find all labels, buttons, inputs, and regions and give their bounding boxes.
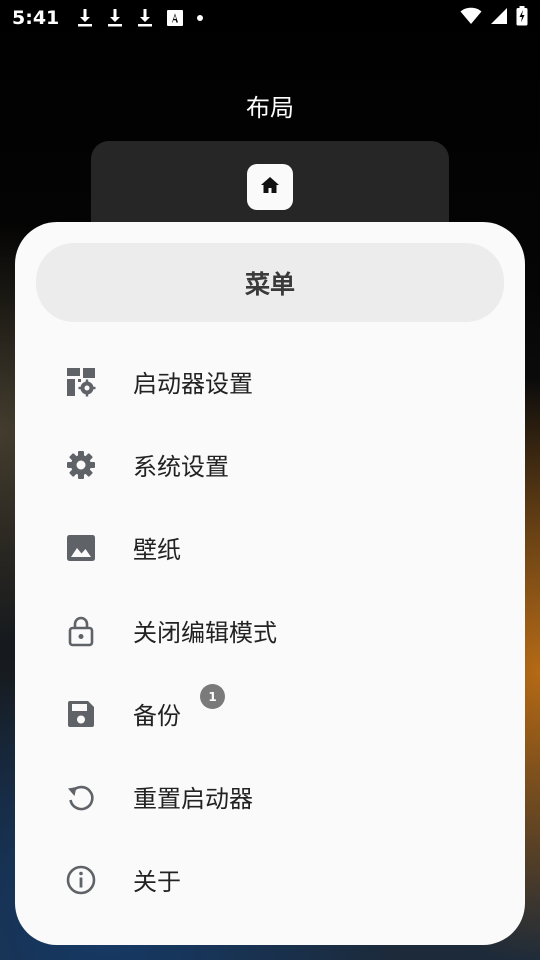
status-bar: 5:41: [0, 0, 540, 36]
battery-charging-icon: [516, 6, 528, 30]
wifi-icon: [460, 7, 482, 29]
menu-item-close-edit-mode[interactable]: 关闭编辑模式: [15, 589, 525, 672]
download-icon: [107, 8, 123, 28]
menu-item-label: 启动器设置: [133, 370, 253, 398]
download-icon: [77, 8, 93, 28]
save-icon: [65, 698, 97, 730]
image-icon: [65, 532, 97, 564]
restore-icon: [65, 781, 97, 813]
menu-item-label: 重置启动器: [133, 785, 253, 813]
menu-sheet: 菜单 启动器设置 系统设置 壁纸 关闭编辑模式 备份 1 重置启动器 关于: [15, 222, 525, 945]
lock-icon: [65, 615, 97, 647]
menu-title: 菜单: [36, 243, 504, 322]
home-icon: [260, 176, 280, 198]
menu-item-label: 壁纸: [133, 536, 181, 564]
app-notification-icon: [167, 10, 184, 26]
gear-icon: [65, 449, 97, 481]
system-icons: [460, 6, 528, 30]
menu-item-reset-launcher[interactable]: 重置启动器: [15, 755, 525, 838]
menu-item-system-settings[interactable]: 系统设置: [15, 423, 525, 506]
status-time: 5:41: [12, 7, 60, 29]
menu-item-label: 关于: [133, 868, 181, 896]
notification-badge: 1: [200, 684, 225, 709]
info-icon: [65, 864, 97, 896]
home-button[interactable]: [247, 164, 293, 210]
menu-item-label: 备份: [133, 702, 181, 730]
launcher-settings-icon: [65, 366, 97, 398]
dot-icon: [197, 15, 204, 21]
menu-item-label: 关闭编辑模式: [133, 619, 277, 647]
cellular-signal-icon: [490, 7, 508, 29]
download-icon: [137, 8, 153, 28]
menu-item-backup[interactable]: 备份 1: [15, 672, 525, 755]
notification-icons: [77, 8, 204, 28]
menu-item-launcher-settings[interactable]: 启动器设置: [15, 340, 525, 423]
menu-list: 启动器设置 系统设置 壁纸 关闭编辑模式 备份 1 重置启动器 关于: [15, 340, 525, 921]
menu-item-about[interactable]: 关于: [15, 838, 525, 921]
menu-item-label: 系统设置: [133, 453, 229, 481]
menu-item-wallpaper[interactable]: 壁纸: [15, 506, 525, 589]
layout-title: 布局: [246, 94, 294, 122]
